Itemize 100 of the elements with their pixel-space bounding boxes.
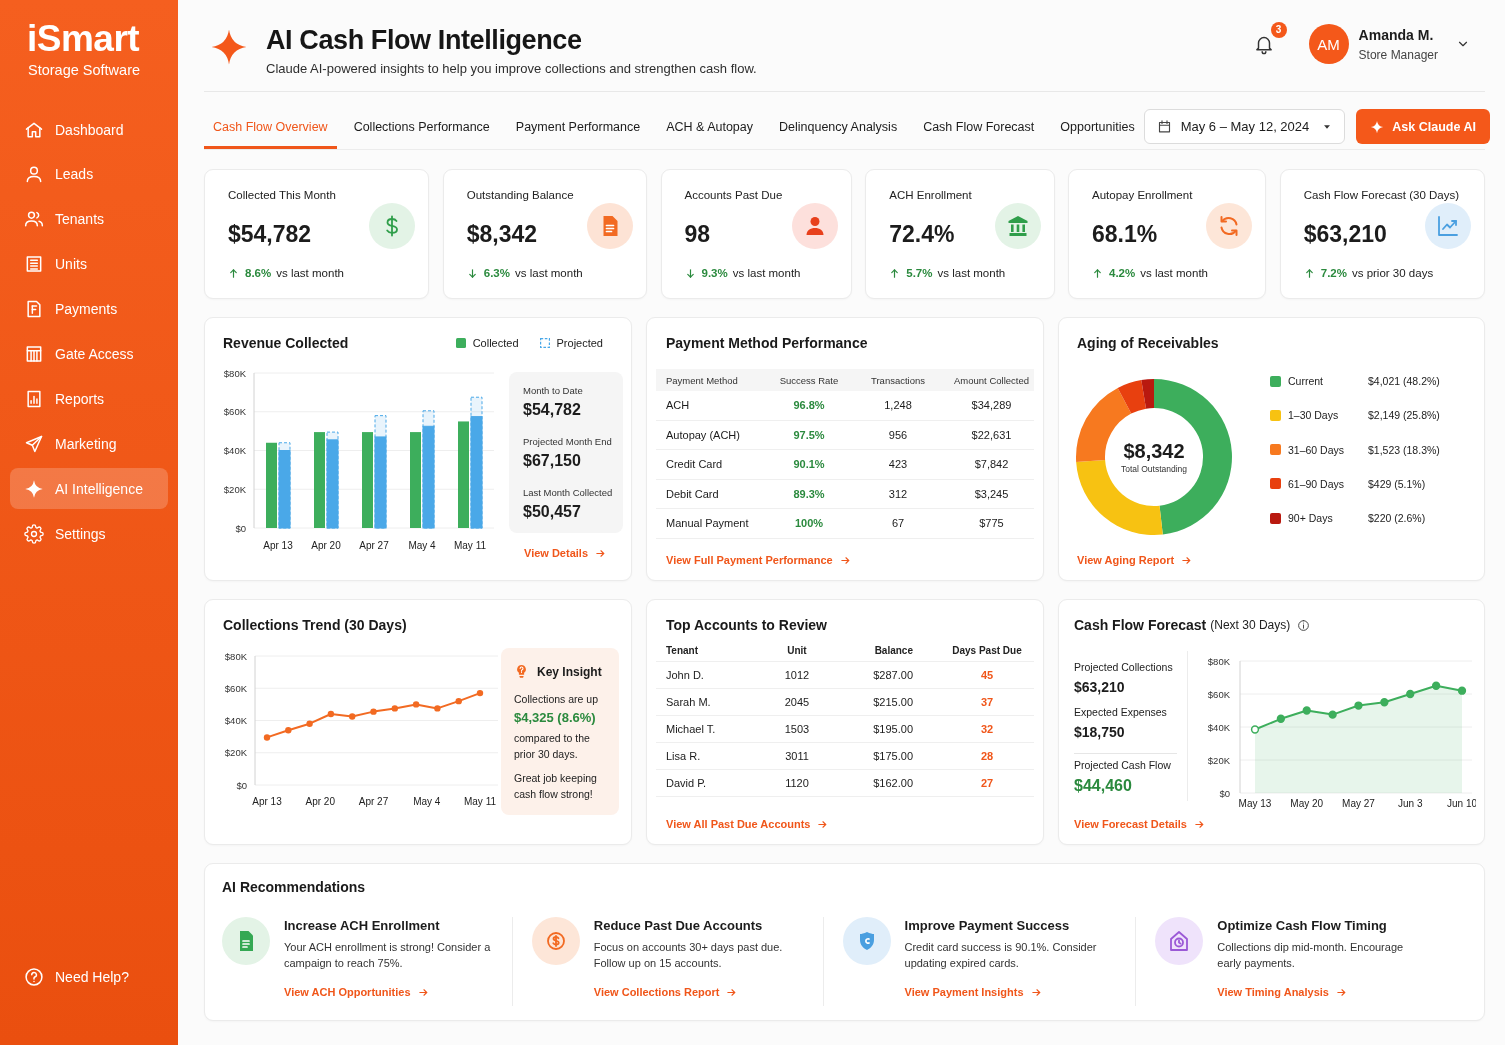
view-link[interactable]: View Collections Report <box>593 984 738 1000</box>
kpi-change: 6.3% <box>483 266 510 281</box>
tab[interactable]: Cash Flow Overview <box>204 104 337 149</box>
tab[interactable]: Payment Performance <box>506 104 650 149</box>
axis-label: May 4 <box>413 796 441 807</box>
column-header: Days Past Due <box>951 645 1023 656</box>
kpi-title: Collected This Month <box>228 188 336 203</box>
axis-label: $40K <box>223 445 246 456</box>
nav-item[interactable]: Reports <box>10 378 168 420</box>
table-cell-text: 45 <box>979 669 995 681</box>
document-icon <box>24 299 44 320</box>
nav-item[interactable]: Marketing <box>10 423 168 465</box>
nav-item[interactable]: Settings <box>10 513 168 554</box>
nav-item[interactable]: Units <box>10 243 168 285</box>
recommendation-text: Collections dip mid-month. Encourage early payments. <box>1217 940 1405 971</box>
arrow-right-icon <box>1030 986 1042 998</box>
kpi-change: 8.6% <box>245 266 272 281</box>
document-icon <box>587 203 633 249</box>
tab[interactable]: Collections Performance <box>344 104 499 149</box>
axis-label: $60K <box>1207 688 1230 700</box>
lightbulb-icon <box>514 663 529 680</box>
axis-label: $20K <box>224 747 247 759</box>
legend-value: $429 (5.1%) <box>1368 476 1427 492</box>
ask-ai-button[interactable]: Ask Claude AI <box>1356 109 1490 144</box>
kpi-change: 7.2% <box>1320 266 1347 281</box>
nav-item[interactable]: AI Intelligence <box>10 468 168 510</box>
tab[interactable]: Cash Flow Forecast <box>914 104 1044 149</box>
storage-unit-icon <box>24 254 44 275</box>
tab[interactable]: ACH & Autopay <box>657 104 762 149</box>
nav-item[interactable]: Leads <box>10 153 168 195</box>
table-cell-text: John D. <box>665 669 705 681</box>
document-icon <box>222 917 270 965</box>
nav-item[interactable]: Dashboard <box>10 109 168 150</box>
table-cell-text: $195.00 <box>872 723 913 735</box>
kpi-change: 4.2% <box>1109 266 1136 281</box>
refresh-icon <box>1206 203 1253 249</box>
nav-item[interactable]: Payments <box>10 288 168 330</box>
nav-item[interactable]: Tenants <box>10 198 168 240</box>
recommendation-title: Improve Payment Success <box>904 917 1071 935</box>
axis-label: May 20 <box>1290 798 1324 809</box>
user-name: Amanda M. <box>1358 25 1435 44</box>
bank-icon <box>994 203 1041 249</box>
table-cell-text: 89.3% <box>792 487 826 500</box>
column-header: Amount Collected <box>953 374 1030 386</box>
help-link[interactable]: Need Help? <box>10 965 135 989</box>
tab[interactable]: Opportunities <box>1051 104 1144 149</box>
nav-item[interactable]: Gate Access <box>10 333 168 375</box>
kpi-change: 9.3% <box>701 266 728 281</box>
legend-label: Current <box>1288 374 1324 389</box>
tab[interactable]: Delinquency Analysis <box>770 104 907 149</box>
kpi-title: Outstanding Balance <box>466 188 574 203</box>
table-cell-text: Sarah M. <box>665 696 712 708</box>
stat-label: Month to Date <box>523 384 584 397</box>
report-chart-icon <box>24 388 44 409</box>
view-link[interactable]: View Payment Insights <box>904 984 1042 1000</box>
chart-point <box>285 727 292 734</box>
view-link[interactable]: View Full Payment Performance <box>666 552 851 568</box>
paper-plane-icon <box>24 433 44 454</box>
view-link[interactable]: View Details <box>524 545 606 561</box>
table-cell-text: 1503 <box>783 723 811 735</box>
view-link[interactable]: View Timing Analysis <box>1217 984 1347 1000</box>
arrow-right-icon <box>1181 554 1193 566</box>
date-range-picker[interactable]: May 6 – May 12, 2024 <box>1143 109 1346 144</box>
house-clock-icon <box>1155 917 1204 965</box>
axis-label: $40K <box>224 715 247 726</box>
chart-point <box>1276 714 1286 723</box>
kpi-comparison: vs last month <box>937 266 1006 281</box>
table-cell-text: 37 <box>979 696 995 708</box>
view-link[interactable]: View Forecast Details <box>1074 816 1205 832</box>
axis-label: $60K <box>223 406 246 418</box>
column-header: Transactions <box>870 374 926 386</box>
axis-label: $60K <box>224 682 247 694</box>
insight-note: Great job keeping cash flow strong! <box>514 771 598 802</box>
view-link[interactable]: View Aging Report <box>1077 552 1193 568</box>
card-title: Payment Method Performance <box>666 334 869 352</box>
arrow-right-icon <box>1335 986 1347 998</box>
view-link[interactable]: View All Past Due Accounts <box>666 816 829 832</box>
table-cell-text: 97.5% <box>792 428 826 441</box>
view-link[interactable]: View ACH Opportunities <box>284 984 429 1000</box>
user-role: Store Manager <box>1358 46 1438 63</box>
info-icon[interactable] <box>1297 618 1311 632</box>
recommendation-text: Focus on accounts 30+ days past due. Follow up on 15 accounts. <box>593 940 784 971</box>
axis-label: Jun 3 <box>1398 798 1423 809</box>
card-title: Revenue Collected <box>223 334 349 352</box>
user-avatar[interactable]: AM <box>1308 24 1349 64</box>
insight-title: Key Insight <box>537 663 602 680</box>
person-icon <box>24 164 44 185</box>
table-cell-text: 956 <box>887 428 909 441</box>
table-cell-text: $175.00 <box>872 750 913 762</box>
arrow-right-icon <box>1193 818 1205 830</box>
chart-point <box>1406 689 1415 699</box>
legend-label: 90+ Days <box>1288 511 1334 526</box>
stat-value: $18,750 <box>1074 723 1126 742</box>
axis-label: Apr 20 <box>311 540 341 551</box>
table-cell-text: Credit Card <box>665 458 724 471</box>
axis-label: Apr 20 <box>305 796 335 807</box>
insight-amount: $4,325 (8.6%) <box>514 709 597 727</box>
chart-point <box>476 689 484 697</box>
table-cell-text: 423 <box>887 458 909 471</box>
card-title: Top Accounts to Review <box>666 616 828 634</box>
